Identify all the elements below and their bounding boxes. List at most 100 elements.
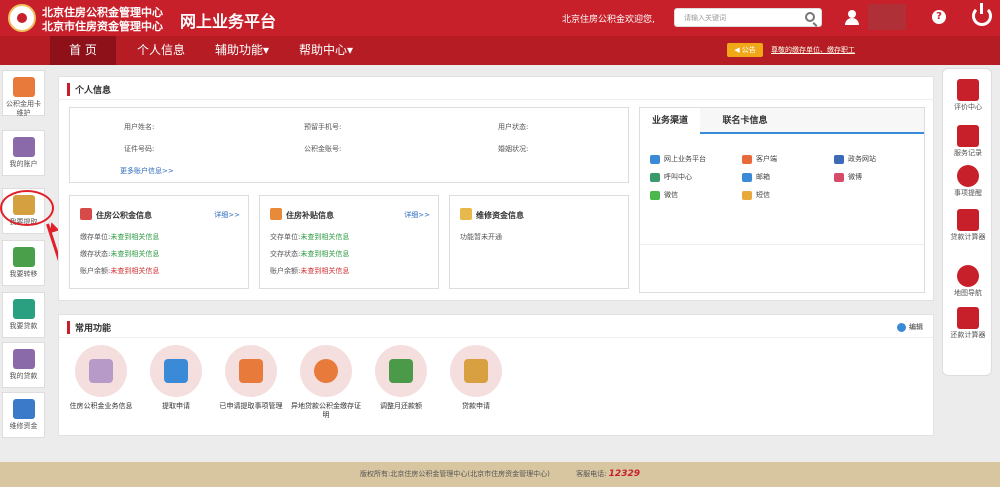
sidebar-item-my-loan[interactable]: 我的贷款	[2, 342, 45, 388]
info-row: 交存单位:未查到相关信息	[270, 233, 350, 241]
sofa-icon	[89, 359, 113, 383]
repair-fund-icon	[460, 208, 472, 220]
nav-home[interactable]: 首 页	[50, 36, 116, 65]
calculator-icon	[957, 307, 979, 329]
repair-fund-not-open[interactable]: 功能暂未开通	[460, 232, 502, 242]
field-phone-label: 预留手机号:	[304, 123, 342, 131]
platform-title: 网上业务平台	[180, 12, 277, 31]
sidebar-item-apply-loan[interactable]: 我要贷款	[2, 292, 45, 338]
search-input[interactable]: 请输入关键词	[674, 8, 822, 27]
info-row: 账户余额:未查到相关信息	[80, 267, 160, 275]
weibo-icon	[834, 172, 844, 182]
divider	[59, 337, 933, 338]
help-icon[interactable]: ?	[932, 10, 946, 24]
channel-gov-site[interactable]: 政务网站	[834, 154, 876, 164]
channel-weibo[interactable]: 微博	[834, 172, 862, 182]
nav-assist-functions[interactable]: 辅助功能▾	[206, 36, 278, 65]
account-summary-box: 用户姓名: 预留手机号: 用户状态: 证件号码: 公积金账号: 婚姻状况: 更多…	[69, 107, 629, 183]
field-name-label: 用户姓名:	[124, 123, 155, 131]
personal-info-panel: 个人信息 用户姓名: 预留手机号: 用户状态: 证件号码: 公积金账号: 婚姻状…	[58, 76, 934, 301]
tel-label: 客服电话:	[576, 470, 607, 478]
divider	[59, 99, 933, 100]
search-icon[interactable]	[805, 12, 815, 22]
highlight-circle	[0, 190, 54, 226]
alarm-clock-icon	[957, 165, 979, 187]
info-row: 账户余额:未查到相关信息	[270, 267, 350, 275]
gear-icon	[897, 322, 906, 332]
org-name-line2: 北京市住房资金管理中心	[42, 20, 163, 33]
person-icon	[314, 359, 338, 383]
globe-icon	[957, 265, 979, 287]
house-icon	[13, 349, 35, 369]
wordpress-icon	[834, 154, 844, 164]
info-row: 交存状态:未查到相关信息	[270, 250, 350, 258]
channel-sms[interactable]: 短信	[742, 190, 770, 200]
nav-personal-info[interactable]: 个人信息	[126, 36, 196, 65]
sidebar-item-label: 我要转移	[9, 270, 38, 278]
repair-fund-title: 维修资金信息	[476, 211, 524, 220]
mail-icon	[742, 172, 752, 182]
sidebar-item-repair-fund[interactable]: 维修资金	[2, 392, 45, 438]
power-icon[interactable]	[972, 3, 992, 26]
sidebar-item-transfer[interactable]: 我要转移	[2, 240, 45, 286]
sidebar-item-label: 我的账户	[9, 160, 38, 168]
avatar[interactable]	[868, 4, 906, 30]
dollar-doc-icon	[464, 359, 488, 383]
channels-box: 业务渠道 联名卡信息 网上业务平台 客户端 政务网站 呼叫中心 邮箱 微博 微信…	[639, 107, 925, 293]
client-app-icon	[742, 154, 752, 164]
monitor-icon	[957, 79, 979, 101]
housing-subsidy-box: 住房补贴信息 详细>> 交存单位:未查到相关信息 交存状态:未查到相关信息 账户…	[259, 195, 439, 289]
sidebar-item-my-account[interactable]: 我的账户	[2, 130, 45, 176]
personal-info-title: 个人信息	[67, 83, 111, 96]
repair-fund-box: 维修资金信息 功能暂未开通	[449, 195, 629, 289]
channel-email[interactable]: 邮箱	[742, 172, 770, 182]
divider	[640, 244, 924, 245]
edit-functions-button[interactable]: 编辑	[897, 322, 923, 332]
users-icon	[13, 137, 35, 157]
sidebar-item-label: 公积金用卡维护	[6, 100, 41, 117]
field-account-label: 公积金账号:	[304, 145, 342, 153]
more-account-link[interactable]: 更多账户信息>>	[120, 166, 174, 176]
edit-icon	[13, 399, 35, 419]
info-row: 缴存单位:未查到相关信息	[80, 233, 160, 241]
field-id-label: 证件号码:	[124, 145, 155, 153]
logo-icon	[8, 4, 36, 32]
housing-fund-title: 住房公积金信息	[96, 211, 152, 220]
sidebar-item-label: 维修资金	[9, 422, 38, 430]
copyright-text: 版权所有:北京住房公积金管理中心(北京市住房资金管理中心)	[360, 470, 550, 478]
wechat-icon	[650, 190, 660, 200]
channel-web-platform[interactable]: 网上业务平台	[650, 154, 706, 164]
edit-icon	[164, 359, 188, 383]
web-platform-icon	[650, 154, 660, 164]
calculator-icon	[957, 209, 979, 231]
housing-fund-detail-link[interactable]: 详细>>	[214, 210, 240, 220]
phone-icon	[650, 172, 660, 182]
field-marital-label: 婚姻状况:	[498, 145, 529, 153]
document-icon	[957, 125, 979, 147]
search-placeholder: 请输入关键词	[684, 14, 726, 22]
channel-wechat[interactable]: 微信	[650, 190, 678, 200]
top-header: 北京住房公积金管理中心 北京市住房资金管理中心 网上业务平台 北京住房公积金欢迎…	[0, 0, 1000, 36]
sidebar-item-label: 我的贷款	[9, 372, 38, 380]
welcome-text: 北京住房公积金欢迎您,	[562, 15, 655, 25]
tel-number: 12329	[608, 469, 640, 479]
housing-subsidy-detail-link[interactable]: 详细>>	[404, 210, 430, 220]
tab-business-channels[interactable]: 业务渠道	[640, 108, 700, 134]
briefcase-icon	[389, 359, 413, 383]
tab-cobrand-card[interactable]: 联名卡信息	[710, 108, 780, 134]
nav-help-center[interactable]: 帮助中心▾	[290, 36, 362, 65]
info-row: 缴存状态:未查到相关信息	[80, 250, 160, 258]
common-functions-title: 常用功能	[67, 321, 111, 334]
sms-phone-icon	[742, 190, 752, 200]
card-icon	[239, 359, 263, 383]
user-icon[interactable]	[845, 10, 859, 25]
channel-call-center[interactable]: 呼叫中心	[650, 172, 692, 182]
housing-fund-icon	[80, 208, 92, 220]
housing-fund-box: 住房公积金信息 详细>> 缴存单位:未查到相关信息 缴存状态:未查到相关信息 账…	[69, 195, 249, 289]
sidebar-item-card-maintain[interactable]: 公积金用卡维护	[2, 70, 45, 117]
footer: 版权所有:北京住房公积金管理中心(北京市住房资金管理中心) 客服电话: 1232…	[0, 462, 1000, 487]
money-icon	[13, 299, 35, 319]
right-sidebar: 评价中心 服务记录 事项提醒 贷款计算器 地图导航 还款计算器	[942, 68, 992, 376]
channel-client[interactable]: 客户端	[742, 154, 777, 164]
notice-link[interactable]: 尊敬的缴存单位、缴存职工	[771, 45, 855, 55]
